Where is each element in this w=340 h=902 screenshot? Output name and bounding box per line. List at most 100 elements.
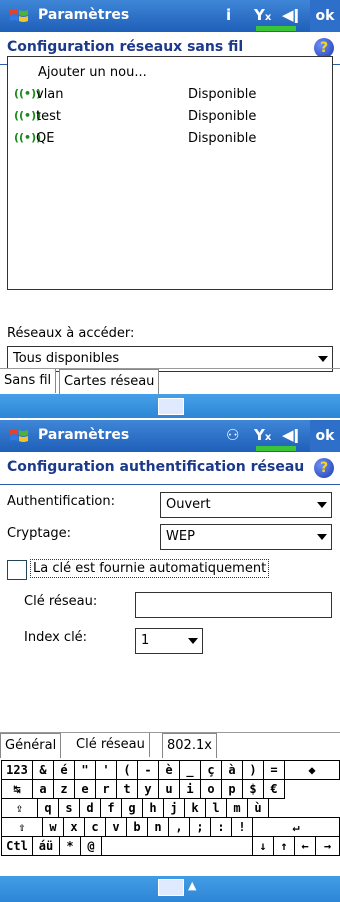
soft-keyboard: 123 & é " ' ( - è _ ç à ) = ◆ ↹ a z e r … <box>0 760 340 876</box>
keyboard-icon[interactable] <box>158 879 184 896</box>
ctrl-key[interactable]: Ctl <box>1 836 33 856</box>
key[interactable]: g <box>121 798 143 818</box>
key[interactable]: à <box>221 760 243 780</box>
page-title: Configuration réseaux sans fil <box>7 39 244 55</box>
key[interactable]: a <box>32 779 54 799</box>
networks-to-access-label: Réseaux à accéder: <box>7 326 135 341</box>
accent-key[interactable]: áü <box>32 836 60 856</box>
auto-key-label[interactable]: La clé est fournie automatiquement <box>30 559 270 578</box>
key[interactable]: - <box>137 760 159 780</box>
key[interactable]: c <box>84 817 106 837</box>
arrow-right-key[interactable]: → <box>315 836 340 856</box>
key[interactable]: ; <box>189 817 211 837</box>
key[interactable]: 123 <box>1 760 33 780</box>
key[interactable]: ' <box>95 760 117 780</box>
enter-key[interactable]: ↵ <box>252 817 340 837</box>
tab-network-key[interactable]: Clé réseau <box>72 733 150 757</box>
key[interactable]: , <box>168 817 190 837</box>
key[interactable]: m <box>226 798 248 818</box>
authentication-select[interactable]: Ouvert <box>160 492 332 518</box>
key[interactable]: y <box>137 779 159 799</box>
key-index-select[interactable]: 1 <box>135 628 203 654</box>
network-key-input[interactable] <box>135 592 332 618</box>
list-item-add-network[interactable]: Ajouter un nou... <box>8 61 332 85</box>
help-icon[interactable]: ? <box>314 458 334 478</box>
key[interactable]: l <box>205 798 227 818</box>
key[interactable]: s <box>58 798 80 818</box>
auto-key-checkbox[interactable] <box>7 560 27 580</box>
key[interactable]: d <box>79 798 101 818</box>
key[interactable]: p <box>221 779 243 799</box>
key[interactable]: f <box>100 798 122 818</box>
list-item-network[interactable]: ((•)) vlan Disponible <box>8 83 332 107</box>
keyboard-icon[interactable] <box>158 398 184 415</box>
key[interactable]: z <box>53 779 75 799</box>
key[interactable]: q <box>37 798 59 818</box>
select-value: WEP <box>166 529 195 544</box>
key[interactable]: = <box>263 760 285 780</box>
arrow-down-key[interactable]: ↓ <box>252 836 274 856</box>
ok-button[interactable]: ok <box>310 0 340 32</box>
key[interactable]: € <box>263 779 285 799</box>
chevron-up-icon[interactable]: ▲ <box>188 879 196 892</box>
connectivity-icon[interactable]: Yx <box>254 6 271 26</box>
tab-wireless[interactable]: Sans fil <box>0 369 57 393</box>
ok-button[interactable]: ok <box>310 420 340 452</box>
tab-key[interactable]: ↹ <box>1 779 33 799</box>
network-name: vlan <box>36 87 64 102</box>
key[interactable]: @ <box>80 836 102 856</box>
volume-icon[interactable]: ◀ǀ <box>282 426 299 446</box>
tab-bar: Général Clé réseau 802.1x <box>0 732 340 759</box>
key[interactable]: r <box>95 779 117 799</box>
key[interactable]: ) <box>242 760 264 780</box>
key[interactable]: _ <box>179 760 201 780</box>
key[interactable]: : <box>210 817 232 837</box>
windows-start-icon[interactable] <box>8 6 30 26</box>
key[interactable]: o <box>200 779 222 799</box>
key[interactable]: & <box>32 760 54 780</box>
select-value: Ouvert <box>166 497 211 512</box>
shift-key[interactable]: ⇧ <box>1 817 43 837</box>
space-key[interactable] <box>101 836 253 856</box>
key[interactable]: ! <box>231 817 253 837</box>
windows-start-icon[interactable] <box>8 426 30 446</box>
caps-lock-key[interactable]: ⇪ <box>1 798 38 818</box>
key[interactable]: i <box>179 779 201 799</box>
info-icon[interactable]: i <box>226 6 231 26</box>
key[interactable]: k <box>184 798 206 818</box>
list-item-network[interactable]: ((•)) test Disponible <box>8 105 332 129</box>
key[interactable]: w <box>42 817 64 837</box>
key[interactable]: ç <box>200 760 222 780</box>
list-item-network[interactable]: ((•)) QE Disponible <box>8 127 332 151</box>
tab-general[interactable]: Général <box>0 733 62 758</box>
battery-icon <box>256 446 296 451</box>
tab-network-cards[interactable]: Cartes réseau <box>59 369 160 394</box>
key[interactable]: j <box>163 798 185 818</box>
key[interactable]: x <box>63 817 85 837</box>
key[interactable]: u <box>158 779 180 799</box>
key[interactable]: n <box>147 817 169 837</box>
key[interactable]: h <box>142 798 164 818</box>
key[interactable]: ( <box>116 760 138 780</box>
tab-8021x[interactable]: 802.1x <box>162 733 217 758</box>
key[interactable]: $ <box>242 779 264 799</box>
sync-icon[interactable]: ⚇ <box>226 426 239 446</box>
backspace-key[interactable]: ◆ <box>284 760 340 780</box>
key[interactable]: * <box>59 836 81 856</box>
arrow-left-key[interactable]: ← <box>294 836 316 856</box>
connectivity-icon[interactable]: Yx <box>254 426 271 446</box>
key[interactable]: e <box>74 779 96 799</box>
battery-icon <box>256 26 296 31</box>
help-icon[interactable]: ? <box>314 38 334 58</box>
key[interactable]: b <box>126 817 148 837</box>
key[interactable]: v <box>105 817 127 837</box>
network-status: Disponible <box>188 87 257 102</box>
key[interactable]: t <box>116 779 138 799</box>
arrow-up-key[interactable]: ↑ <box>273 836 295 856</box>
key[interactable]: " <box>74 760 96 780</box>
key[interactable]: è <box>158 760 180 780</box>
key[interactable]: é <box>53 760 75 780</box>
encryption-select[interactable]: WEP <box>160 524 332 550</box>
volume-icon[interactable]: ◀ǀ <box>282 6 299 26</box>
key[interactable]: ù <box>247 798 269 818</box>
